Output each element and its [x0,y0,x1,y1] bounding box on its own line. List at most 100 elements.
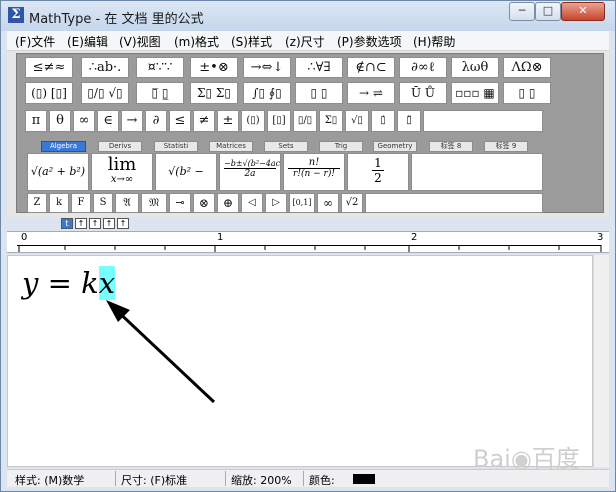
status-separator [115,471,116,486]
fence-templates-button[interactable]: (▯) [▯] [25,82,73,104]
ruler-label-3: 3 [597,232,604,243]
template-limit[interactable]: lim x→∞ [91,153,153,191]
otimes-button[interactable]: ⊗ [193,193,215,213]
tab-geometry[interactable]: Geometry [373,141,417,152]
operators-palette-button[interactable]: ±•⊗ [190,57,238,78]
title-bar: Σ MathType - 在 文档 里的公式 ─ □ ✕ [1,1,615,31]
maximize-button[interactable]: □ [535,2,561,21]
template-pythagorean[interactable]: √(a² + b²) [27,153,89,191]
tab-label-9[interactable]: 标签 9 [484,141,528,152]
combination-numerator: n! [288,157,340,169]
arrows-palette-button[interactable]: →⇔↓ [243,57,291,78]
greek-upper-palette-button[interactable]: ΛΩ⊗ [503,57,551,78]
element-of-symbol-button[interactable]: ∈ [97,110,119,132]
brackets-button[interactable]: [▯] [267,110,291,132]
menu-view[interactable]: (V)视图 [119,33,161,50]
radical-button[interactable]: √▯ [345,110,369,132]
menu-edit[interactable]: (E)编辑 [67,33,108,50]
tab-derivs[interactable]: Derivs [98,141,142,152]
ruler-label-2: 2 [411,232,418,243]
fraction-radical-templates-button[interactable]: ▯/▯ √▯ [81,82,129,104]
menu-help[interactable]: (H)帮助 [413,33,455,50]
equation-editor[interactable]: y = kx [7,255,593,467]
labeled-arrow-templates-button[interactable]: → ⇌ [347,82,395,104]
ruler-label-0: 0 [21,232,28,243]
fraktur-a-button[interactable]: 𝔄 [115,193,139,213]
theta-symbol-button[interactable]: θ [49,110,71,132]
spaces-palette-button[interactable]: ∴ab·. [81,57,129,78]
oplus-button[interactable]: ⊕ [217,193,239,213]
relations-palette-button[interactable]: ≤≠≈ [25,57,73,78]
superscript-button[interactable]: ▯̇ [371,110,395,132]
embellishments-palette-button[interactable]: ¤∵∵ [136,57,184,78]
limit-subscript: x→∞ [110,174,134,185]
color-swatch[interactable] [353,474,375,484]
fraction-button[interactable]: ▯/▯ [293,110,317,132]
matrix-templates-button[interactable]: ▫▫▫ ▦ [451,82,499,104]
infinity-symbol-button[interactable]: ∞ [73,110,95,132]
tab-statistics[interactable]: Statisti [154,141,198,152]
equation-palette: ≤≠≈ ∴ab·. ¤∵∵ ±•⊗ →⇔↓ ∴∀∃ ∉∩⊂ ∂∞ℓ λωθ ΛΩ… [16,53,604,213]
close-button[interactable]: ✕ [561,2,605,21]
box-templates-button[interactable]: ▯ ▯ [503,82,551,104]
template-discriminant[interactable]: √(b² − 4ac) [155,153,217,191]
integral-templates-button[interactable]: ∫▯ ∮▯ [243,82,291,104]
tab-sets[interactable]: Sets [264,141,308,152]
right-triangle-button[interactable]: ▷ [265,193,287,213]
combination-denominator: r!(n − r)! [293,169,335,179]
nudge-up-3-button[interactable]: ↑ [103,218,115,229]
nudge-up-button[interactable]: ↑ [75,218,87,229]
status-color-label: 颜色: [309,474,335,487]
blackboard-k-button[interactable]: k [49,193,69,213]
parentheses-button[interactable]: (▯) [241,110,265,132]
ruler-label-1: 1 [217,232,224,243]
sqrt-two-button[interactable]: √2 [341,193,363,213]
not-equal-symbol-button[interactable]: ≠ [193,110,215,132]
less-equal-symbol-button[interactable]: ≤ [169,110,191,132]
pi-symbol-button[interactable]: π [25,110,47,132]
toolbar-area: ≤≠≈ ∴ab·. ¤∵∵ ±•⊗ →⇔↓ ∴∀∃ ∉∩⊂ ∂∞ℓ λωθ ΛΩ… [7,51,609,229]
blackboard-s-button[interactable]: S [93,193,113,213]
multimap-button[interactable]: ⊸ [169,193,191,213]
blackboard-z-button[interactable]: Z [27,193,47,213]
template-quadratic-formula[interactable]: −b±√(b²−4ac) 2a [219,153,281,191]
tab-trig[interactable]: Trig [319,141,363,152]
logic-palette-button[interactable]: ∴∀∃ [295,57,343,78]
status-zoom: 缩放: 200% [231,474,292,487]
tab-algebra[interactable]: Algebra [41,141,86,152]
plus-minus-symbol-button[interactable]: ± [217,110,239,132]
menu-format[interactable]: (m)格式 [174,33,219,50]
infinity-button[interactable]: ∞ [317,193,339,213]
vertical-scrollbar[interactable] [593,255,609,467]
underbar-templates-button[interactable]: ▯ ▯ [295,82,343,104]
subscript-button[interactable]: ▯̈ [397,110,421,132]
menu-file[interactable]: (F)文件 [15,33,55,50]
nudge-up-2-button[interactable]: ↑ [89,218,101,229]
summation-templates-button[interactable]: Σ▯ Σ▯ [190,82,238,104]
fraktur-m-button[interactable]: 𝔐 [141,193,167,213]
greek-lower-palette-button[interactable]: λωθ [451,57,499,78]
subscript-templates-button[interactable]: ▯̅ ▯̲ [136,82,184,104]
sets-palette-button[interactable]: ∉∩⊂ [347,57,395,78]
interval-button[interactable]: [0,1] [289,193,315,213]
empty-palette-slot [423,110,543,132]
left-triangle-button[interactable]: ◁ [241,193,263,213]
template-one-half[interactable]: 1 2 [347,153,409,191]
tab-label-8[interactable]: 标签 8 [429,141,473,152]
nudge-up-4-button[interactable]: ↑ [117,218,129,229]
text-style-toggle[interactable]: t [61,218,73,229]
half-denominator: 2 [374,171,382,185]
summation-button[interactable]: Σ▯ [319,110,343,132]
limit-text: lim [107,154,137,175]
menu-size[interactable]: (z)尺寸 [285,33,325,50]
right-arrow-symbol-button[interactable]: → [121,110,143,132]
minimize-button[interactable]: ─ [509,2,535,21]
template-combination[interactable]: n! r!(n − r)! [283,153,345,191]
misc-palette-button[interactable]: ∂∞ℓ [399,57,447,78]
menu-style[interactable]: (S)样式 [231,33,272,50]
menu-preferences[interactable]: (P)参数选项 [337,33,402,50]
tab-matrices[interactable]: Matrices [209,141,253,152]
products-templates-button[interactable]: Ū Ů [399,82,447,104]
blackboard-f-button[interactable]: F [71,193,91,213]
partial-symbol-button[interactable]: ∂ [145,110,167,132]
